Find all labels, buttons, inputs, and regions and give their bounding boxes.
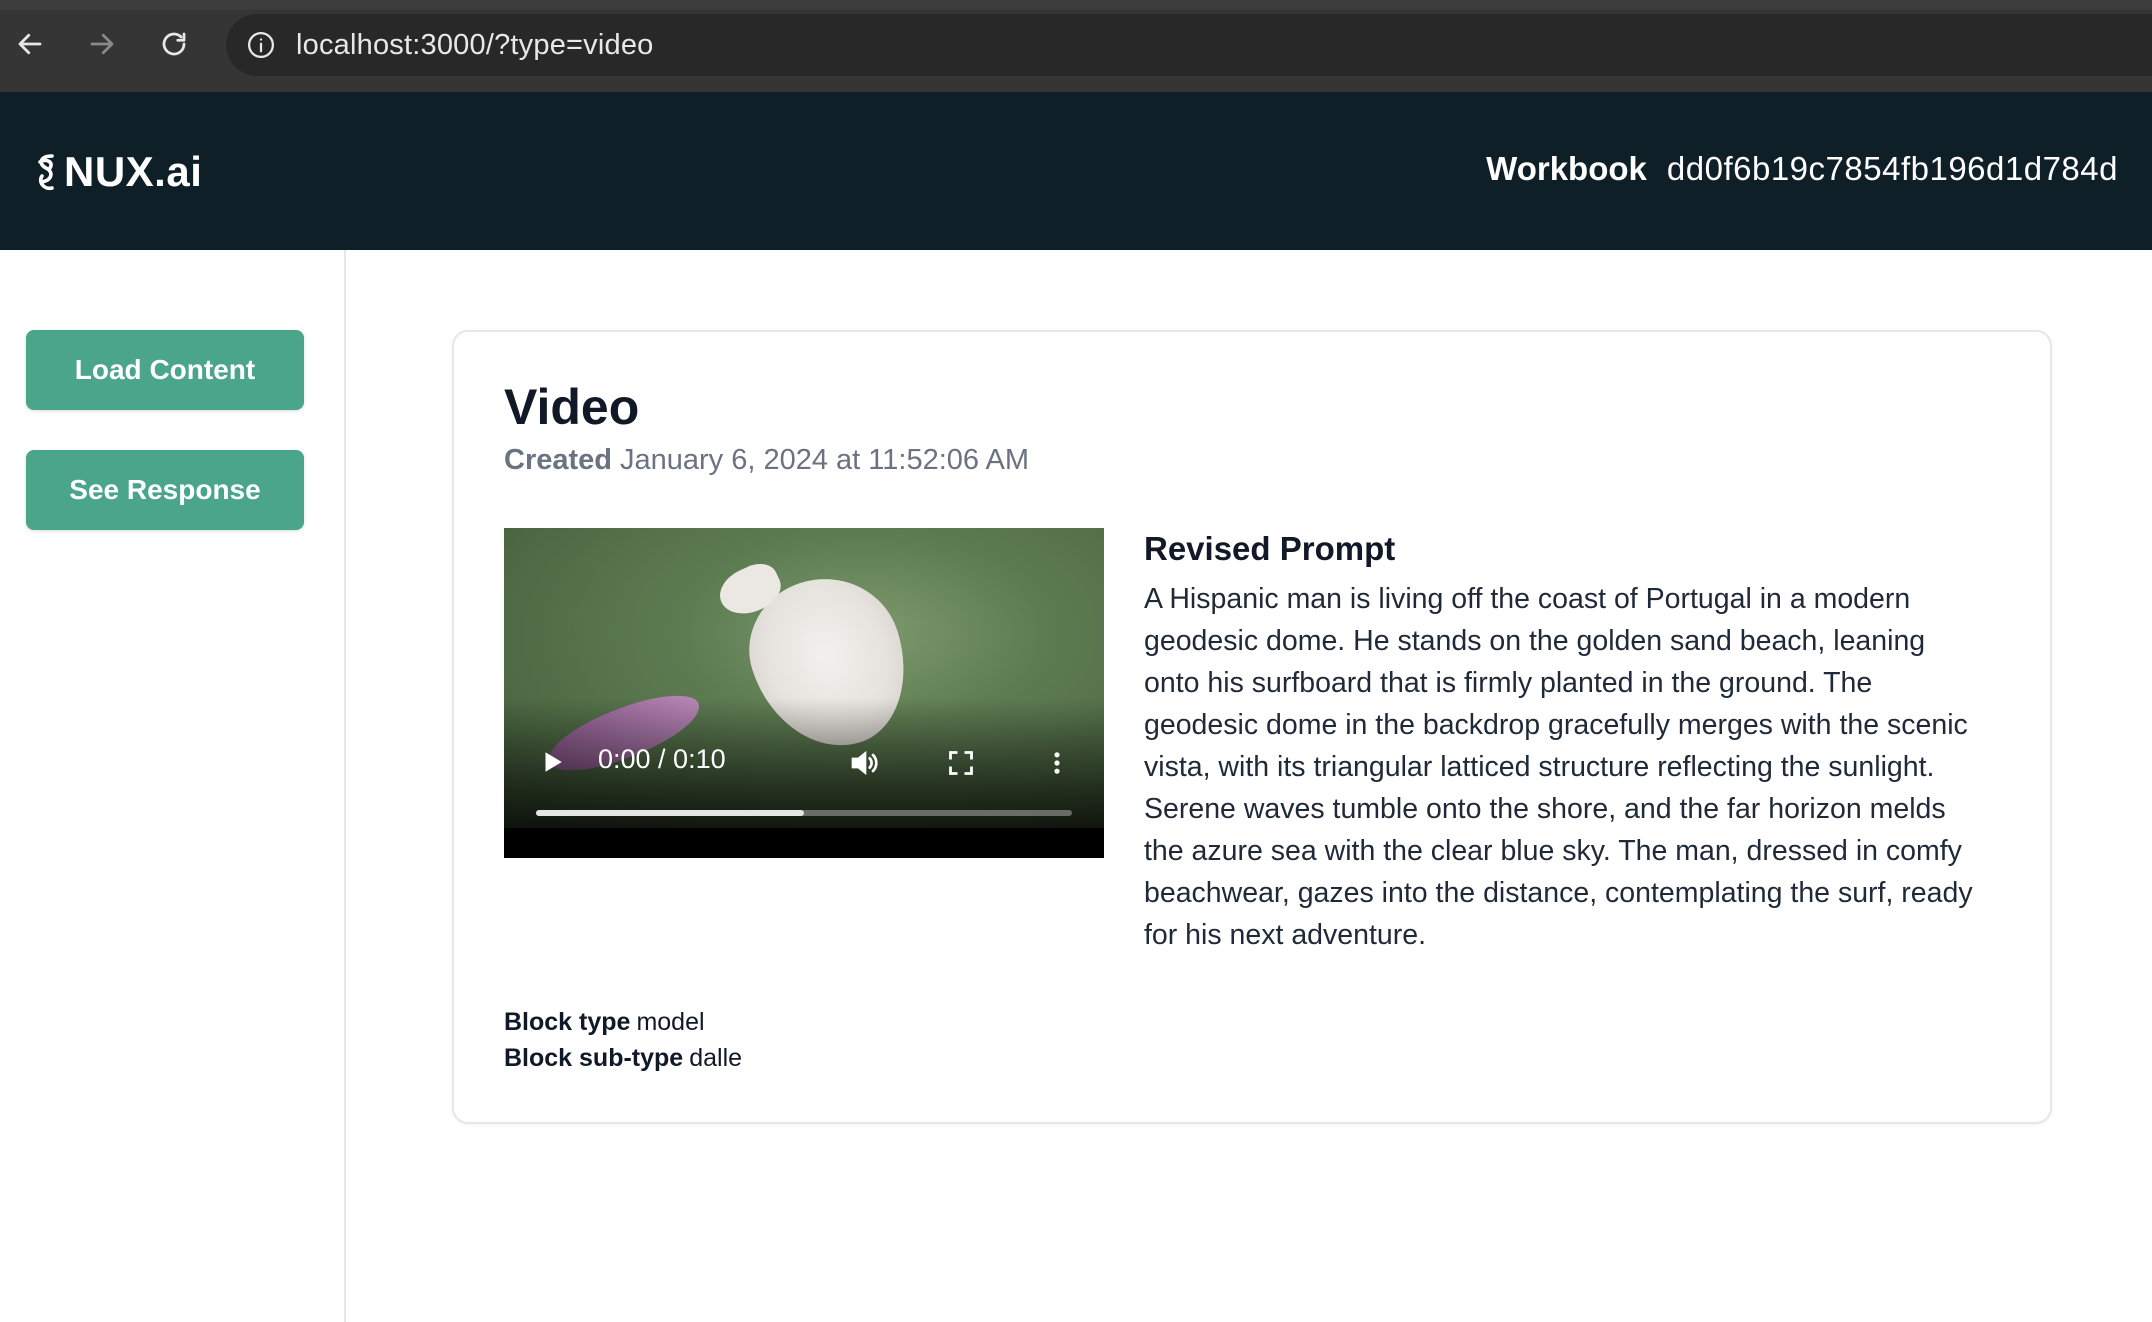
created-label: Created [504,444,612,476]
mute-button[interactable] [842,740,888,786]
reload-icon [162,32,186,56]
video-time: 0:00 / 0:10 [598,744,726,774]
site-info-icon[interactable] [244,28,278,62]
card-title: Video [504,379,640,435]
video-progress-fill [536,810,804,816]
browser-tab-strip [0,0,2152,10]
fullscreen-button[interactable] [938,740,984,786]
forward-button[interactable] [80,22,124,66]
see-response-button[interactable]: See Response [26,450,304,530]
workbook-id: dd0f6b19c7854fb196d1d784d [1666,150,2118,187]
more-options-button[interactable] [1034,740,1080,786]
play-button[interactable] [530,740,574,784]
block-subtype-value: dalle [689,1044,743,1072]
logo[interactable]: NUX.ai [34,148,202,196]
video-controls-overlay [504,698,1104,858]
created-timestamp: Created January 6, 2024 at 11:52:06 AM [504,444,1029,477]
logo-mark-icon [38,154,54,191]
more-vertical-icon [1054,752,1060,774]
block-type-label: Block type [504,1008,631,1036]
arrow-left-icon [18,33,42,55]
volume-icon [851,750,878,776]
arrow-right-icon [90,33,114,55]
created-value: January 6, 2024 at 11:52:06 AM [620,444,1029,476]
reload-button[interactable] [152,22,196,66]
fullscreen-icon [949,751,973,775]
block-subtype-label: Block sub-type [504,1044,684,1072]
block-type-row: Block type model [504,1004,742,1040]
back-button[interactable] [8,22,52,66]
browser-toolbar: localhost:3000/?type=video [0,0,2152,92]
workbook-label: Workbook [1486,150,1647,187]
video-player[interactable]: 0:00 / 0:10 [504,528,1104,858]
address-bar[interactable]: localhost:3000/?type=video [226,14,2152,76]
revised-prompt-title: Revised Prompt [1144,530,1396,567]
block-subtype-row: Block sub-type dalle [504,1040,742,1076]
url-text[interactable]: localhost:3000/?type=video [296,29,654,62]
workbook-info: Workbook dd0f6b19c7854fb196d1d784d [1486,150,2118,188]
revised-prompt: Revised Prompt A Hispanic man is living … [1144,530,1974,956]
revised-prompt-text: A Hispanic man is living off the coast o… [1144,583,1973,951]
load-content-button[interactable]: Load Content [26,330,304,410]
play-icon [545,752,562,772]
app-header: NUX.ai Workbook dd0f6b19c7854fb196d1d784… [0,92,2152,250]
block-type-value: model [636,1008,705,1036]
block-metadata: Block type model Block sub-type dalle [504,1004,742,1076]
sidebar: Load Content See Response [0,250,346,1322]
logo-text: NUX.ai [64,148,203,195]
content-card: Video Created January 6, 2024 at 11:52:06… [452,330,2052,1124]
video-progress-bar[interactable] [536,810,1072,816]
